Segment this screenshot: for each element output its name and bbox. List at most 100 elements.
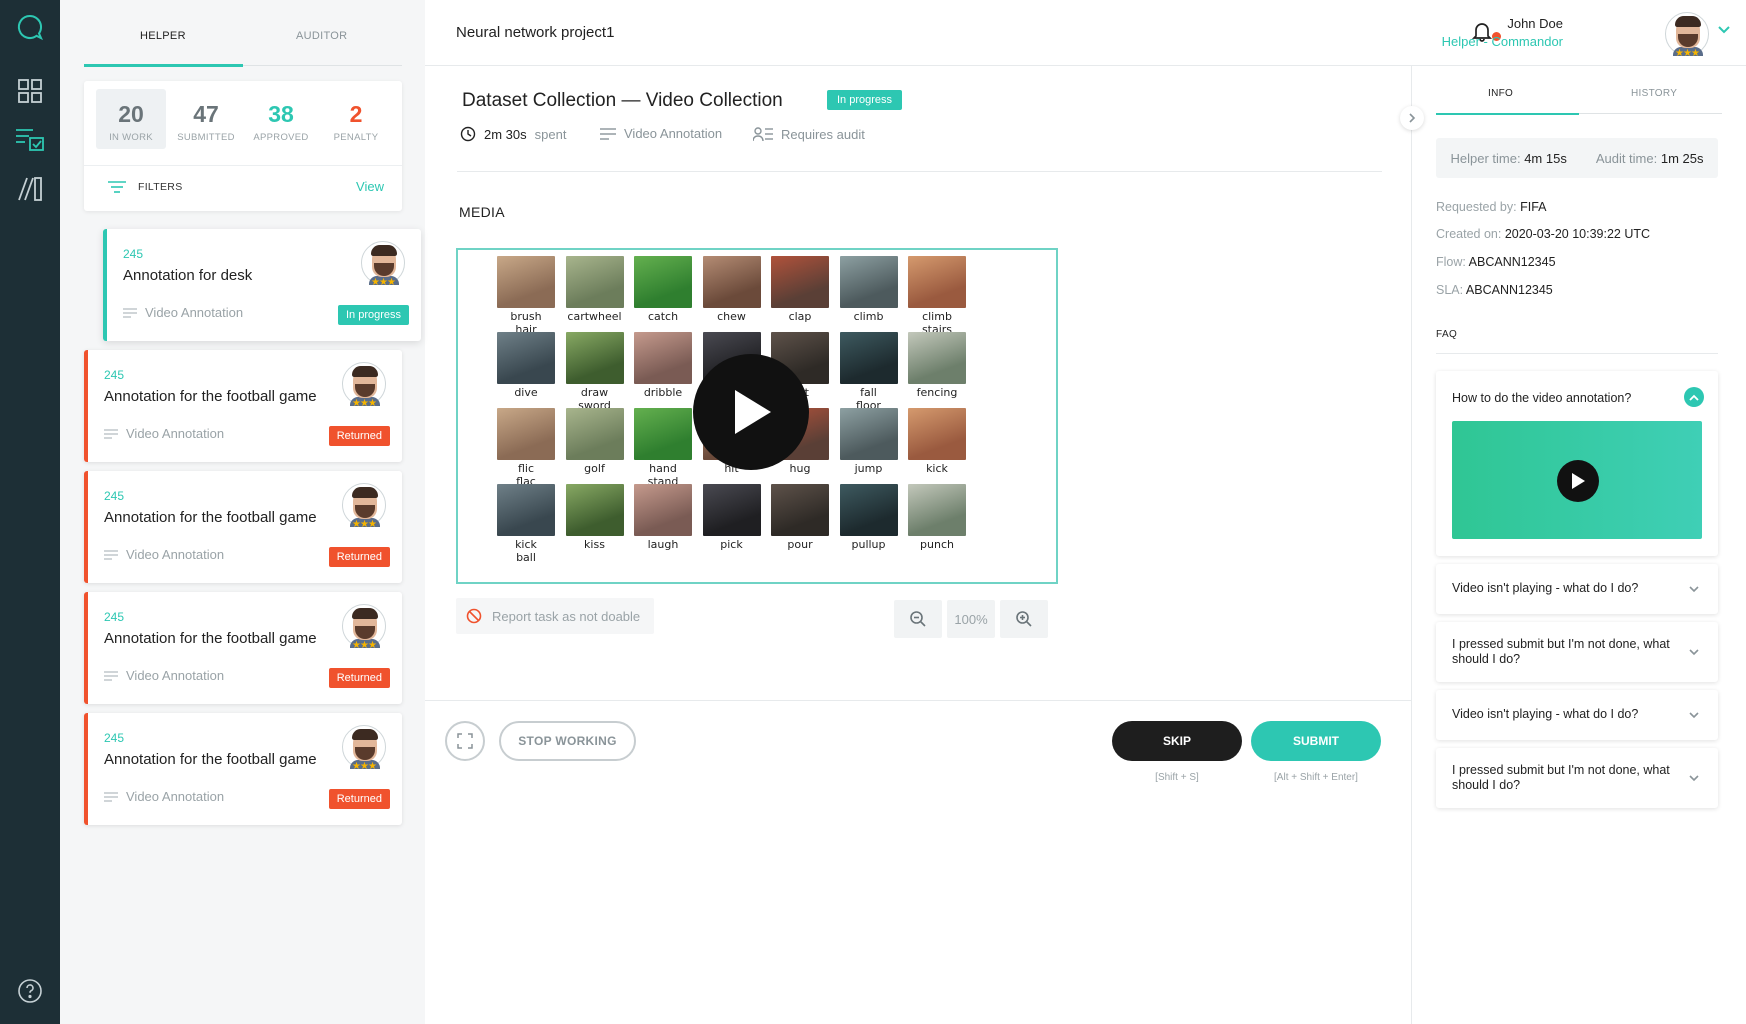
fullscreen-button[interactable]	[445, 721, 485, 761]
media-thumbnail[interactable]: chew	[694, 256, 770, 323]
media-thumbnail[interactable]: clap	[762, 256, 838, 323]
media-thumbnail[interactable]: fall floor	[831, 332, 907, 412]
chevron-down-icon[interactable]	[1684, 642, 1704, 662]
helper-time-label: Helper time:	[1450, 150, 1521, 166]
audit-user-icon	[753, 127, 773, 142]
media-thumbnail[interactable]: kick ball	[488, 484, 564, 564]
task-card[interactable]: 245 Annotation for the football game Vid…	[84, 592, 402, 704]
media-thumbnail[interactable]: catch	[625, 256, 701, 323]
media-thumbnail[interactable]: dribble	[625, 332, 701, 399]
thumbnail-caption: kick	[926, 462, 948, 475]
thumbnail-image	[634, 484, 692, 536]
media-thumbnail[interactable]: kick	[899, 408, 975, 475]
report-task-button[interactable]: Report task as not doable	[456, 598, 654, 634]
faq-item[interactable]: How to do the video annotation?	[1436, 371, 1718, 556]
list-icon	[104, 428, 118, 439]
avatar: ★★★	[342, 483, 386, 530]
report-label: Report task as not doable	[492, 608, 641, 624]
task-workspace: Dataset Collection — Video Collection In…	[425, 66, 1411, 1024]
thumbnail-image	[565, 484, 624, 536]
media-thumbnail[interactable]: climb	[831, 256, 907, 323]
divider	[425, 700, 1411, 701]
stat-submitted[interactable]: 47 SUBMITTED	[171, 89, 241, 149]
faq-video[interactable]	[1452, 421, 1702, 539]
filters-view-link[interactable]: View	[356, 179, 384, 194]
task-card[interactable]: 245 Annotation for desk Video Annotation…	[103, 229, 421, 341]
media-thumbnail[interactable]: climb stairs	[899, 256, 975, 336]
library-icon[interactable]	[15, 174, 45, 204]
stop-working-button[interactable]: STOP WORKING	[499, 721, 636, 761]
list-icon	[104, 670, 118, 681]
thumbnail-caption: pour	[787, 538, 813, 551]
zoom-out-icon	[910, 611, 926, 627]
filters-label: FILTERS	[138, 181, 183, 193]
list-icon	[123, 307, 137, 318]
faq-item[interactable]: Video isn't playing - what do I do?	[1436, 690, 1718, 740]
chat-icon[interactable]	[15, 12, 45, 42]
task-card[interactable]: 245 Annotation for the football game Vid…	[84, 350, 402, 462]
play-icon[interactable]	[693, 354, 809, 470]
user-avatar[interactable]: ★★★	[1665, 12, 1709, 59]
task-title: Annotation for the football game	[104, 388, 317, 405]
task-type: Video Annotation	[104, 789, 224, 804]
media-thumbnail[interactable]: hand stand	[625, 408, 701, 488]
chevron-down-icon[interactable]	[1684, 768, 1704, 788]
help-icon[interactable]	[15, 976, 45, 1006]
faq-item[interactable]: I pressed submit but I'm not done, what …	[1436, 748, 1718, 808]
stat-penalty[interactable]: 2 PENALTY	[321, 89, 391, 149]
stat-value: 38	[268, 101, 294, 127]
chevron-up-icon[interactable]	[1684, 387, 1704, 407]
rating-stars: ★★★	[1675, 48, 1700, 59]
status-badge: Returned	[328, 789, 390, 809]
media-thumbnail[interactable]: fencing	[899, 332, 975, 399]
user-name[interactable]: John Doe	[1507, 16, 1563, 31]
zoom-in-button[interactable]	[1000, 600, 1048, 638]
task-card[interactable]: 245 Annotation for the football game Vid…	[84, 471, 402, 583]
audit-label: Requires audit	[781, 126, 865, 142]
task-type-label: Video Annotation	[126, 789, 225, 804]
media-thumbnail[interactable]: pour	[762, 484, 838, 551]
media-viewer[interactable]: brush hair cartwheel catch chew clap climb clim…	[456, 248, 1058, 584]
dashboard-icon[interactable]	[15, 76, 45, 106]
stat-approved[interactable]: 38 APPROVED	[246, 89, 316, 149]
media-thumbnail[interactable]: flic flac	[488, 408, 564, 488]
media-thumbnail[interactable]: punch	[899, 484, 975, 551]
media-thumbnail[interactable]: laugh	[625, 484, 701, 551]
project-title: Neural network project1	[456, 24, 615, 41]
play-icon[interactable]	[1557, 460, 1599, 502]
media-thumbnail[interactable]: draw sword	[557, 332, 633, 412]
zoom-out-button[interactable]	[894, 600, 942, 638]
faq-question: How to do the video annotation?	[1452, 391, 1632, 405]
media-thumbnail[interactable]: cartwheel	[557, 256, 633, 323]
media-thumbnail[interactable]: kiss	[557, 484, 633, 551]
task-title: Annotation for the football game	[104, 509, 317, 526]
stat-in-work[interactable]: 20 IN WORK	[96, 89, 166, 149]
media-thumbnail[interactable]: pullup	[831, 484, 907, 551]
time-label: spent	[534, 126, 567, 142]
chevron-down-icon[interactable]	[1684, 705, 1704, 725]
task-type-label: Video Annotation	[126, 426, 225, 441]
created-on-value: 2020-03-20 10:39:22 UTC	[1504, 227, 1651, 241]
filters-toggle[interactable]: FILTERS	[108, 181, 183, 193]
skip-button[interactable]: SKIP	[1112, 721, 1242, 761]
faq-item[interactable]: I pressed submit but I'm not done, what …	[1436, 622, 1718, 682]
tab-auditor[interactable]: AUDITOR	[296, 30, 347, 42]
thumbnail-image	[565, 408, 624, 460]
tab-info[interactable]: INFO	[1488, 88, 1513, 99]
collapse-panel-button[interactable]	[1400, 106, 1424, 130]
tab-history[interactable]: HISTORY	[1631, 88, 1677, 99]
submit-button[interactable]: SUBMIT	[1251, 721, 1381, 761]
tab-helper[interactable]: HELPER	[140, 30, 186, 42]
tasks-icon[interactable]	[15, 124, 45, 154]
chevron-down-icon[interactable]	[1684, 579, 1704, 599]
media-thumbnail[interactable]: golf	[557, 408, 633, 475]
info-tabs: INFO HISTORY	[1436, 66, 1722, 115]
media-thumbnail[interactable]: dive	[488, 332, 564, 399]
media-thumbnail[interactable]: jump	[831, 408, 907, 475]
media-thumbnail[interactable]: brush hair	[488, 256, 564, 336]
faq-item[interactable]: Video isn't playing - what do I do?	[1436, 564, 1718, 614]
chevron-down-icon[interactable]	[1717, 22, 1731, 40]
rating-stars: ★★★	[352, 398, 377, 409]
task-card[interactable]: 245 Annotation for the football game Vid…	[84, 713, 402, 825]
media-thumbnail[interactable]: pick	[694, 484, 770, 551]
